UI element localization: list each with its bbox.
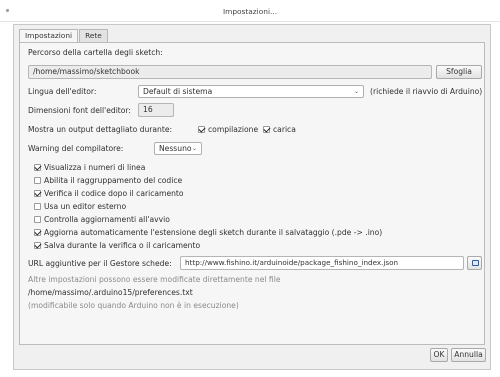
checkbox-checked-icon [34,242,41,249]
warnings-selected: Nessuno [159,144,192,153]
verbose-upload-label: carica [273,125,296,134]
more-prefs-text: Altre impostazioni possono essere modifi… [28,275,281,284]
settings-panel: Percorso della cartella degli sketch: /h… [19,42,485,345]
chevron-down-icon: ⌄ [191,145,197,152]
checkbox-checked-icon [34,164,41,171]
font-size-field[interactable]: 16 [138,103,174,117]
preferences-dialog: Impostazioni Rete Percorso della cartell… [13,24,491,370]
language-restart-note: (richiede il riavvio di Arduino) [370,87,483,96]
option-update-extension[interactable]: Aggiorna automaticamente l'estensione de… [34,228,382,237]
board-urls-label: URL aggiuntive per il Gestore schede: [28,259,172,268]
language-selected: Default di sistema [143,87,213,96]
option-label: Salva durante la verifica o il caricamen… [44,241,201,250]
checkbox-unchecked-icon [34,203,41,210]
board-urls-edit-button[interactable] [467,256,482,270]
checkbox-unchecked-icon [34,177,41,184]
option-label: Usa un editor esterno [44,202,127,211]
option-verify-after-upload[interactable]: Verifica il codice dopo il caricamento [34,189,184,198]
verbose-label: Mostra un output dettagliato durante: [28,125,173,134]
checkbox-checked-icon [198,126,205,133]
option-label: Verifica il codice dopo il caricamento [44,189,184,198]
option-label: Abilita il raggruppamento del codice [44,176,183,185]
option-check-updates[interactable]: Controlla aggiornamenti all'avvio [34,215,170,224]
warnings-label: Warning del compilatore: [28,144,124,153]
more-prefs-note: (modificabile solo quando Arduino non è … [28,301,239,310]
language-select[interactable]: Default di sistema ⌄ [138,85,364,98]
chevron-down-icon: ⌄ [353,88,359,95]
option-code-folding[interactable]: Abilita il raggruppamento del codice [34,176,182,185]
cancel-button[interactable]: Annulla [451,348,486,362]
option-label: Controlla aggiornamenti all'avvio [44,215,170,224]
tab-bar: Impostazioni Rete [19,29,109,43]
checkbox-checked-icon [34,229,41,236]
option-label: Visualizza i numeri di linea [44,163,146,172]
preferences-file-path: /home/massimo/.arduino15/preferences.txt [28,288,193,297]
option-line-numbers[interactable]: Visualizza i numeri di linea [34,163,145,172]
sketchbook-path-field[interactable]: /home/massimo/sketchbook [28,65,432,79]
warnings-select[interactable]: Nessuno ⌄ [154,142,202,155]
browse-button[interactable]: Sfoglia [436,65,482,79]
board-urls-field[interactable]: http://www.fishino.it/arduinoide/package… [180,256,464,270]
window-icon [472,260,479,266]
verbose-upload-checkbox[interactable]: carica [263,125,296,134]
title-bar: Impostazioni... [0,0,500,22]
verbose-compile-checkbox[interactable]: compilazione [198,125,258,134]
option-external-editor[interactable]: Usa un editor esterno [34,202,126,211]
checkbox-checked-icon [263,126,270,133]
sketchbook-label: Percorso della cartella degli sketch: [28,48,163,57]
ok-button[interactable]: OK [430,348,448,362]
language-label: Lingua dell'editor: [28,87,97,96]
checkbox-unchecked-icon [34,216,41,223]
font-size-label: Dimensioni font dell'editor: [28,106,131,115]
tab-impostazioni[interactable]: Impostazioni [19,29,79,43]
window-title: Impostazioni... [222,7,278,16]
tab-rete[interactable]: Rete [79,29,108,43]
verbose-compile-label: compilazione [208,125,259,134]
checkbox-checked-icon [34,190,41,197]
option-save-on-verify[interactable]: Salva durante la verifica o il caricamen… [34,241,200,250]
option-label: Aggiorna automaticamente l'estensione de… [44,228,383,237]
